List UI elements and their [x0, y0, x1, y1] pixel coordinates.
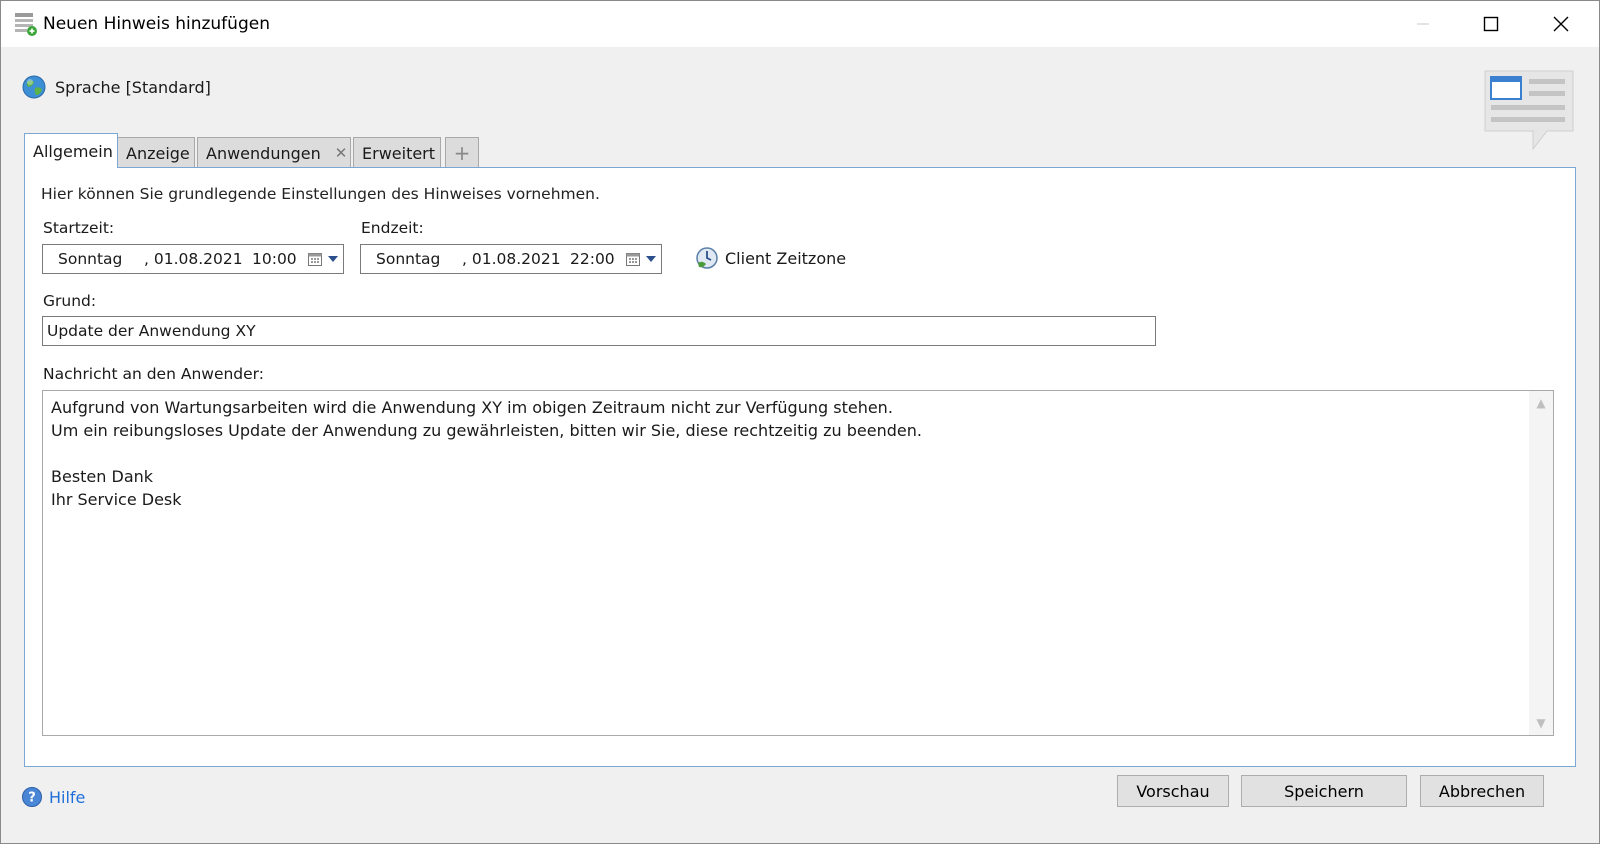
globe-icon — [22, 75, 46, 99]
reason-input[interactable]: Update der Anwendung XY — [42, 316, 1156, 346]
end-time: 22:00 — [570, 250, 615, 268]
svg-text:?: ? — [28, 791, 36, 806]
add-tab-button[interactable]: + — [445, 137, 479, 168]
close-button[interactable] — [1527, 1, 1595, 47]
maximize-button[interactable] — [1457, 1, 1525, 47]
maximize-icon — [1483, 16, 1499, 32]
cancel-button[interactable]: Abbrechen — [1420, 775, 1544, 807]
reason-label: Grund: — [43, 292, 97, 310]
help-link[interactable]: ? Hilfe — [21, 786, 85, 808]
message-label: Nachricht an den Anwender: — [43, 365, 265, 383]
calendar-icon[interactable] — [307, 251, 323, 267]
save-button[interactable]: Speichern — [1241, 775, 1407, 807]
tab-anzeige[interactable]: Anzeige — [117, 137, 195, 168]
start-time: 10:00 — [252, 250, 297, 268]
tab-label: Anzeige — [126, 143, 190, 163]
end-date: , 01.08.2021 — [462, 250, 561, 268]
calendar-icon[interactable] — [625, 251, 641, 267]
message-window-icon — [1484, 70, 1574, 151]
chevron-down-icon[interactable] — [646, 256, 656, 262]
end-day: Sonntag — [376, 250, 441, 268]
clock-globe-icon — [696, 247, 718, 269]
start-date: , 01.08.2021 — [144, 250, 243, 268]
end-time-label: Endzeit: — [361, 219, 424, 237]
minimize-icon — [1417, 23, 1429, 25]
scroll-up-icon[interactable]: ▲ — [1529, 393, 1553, 413]
client-timezone-toggle[interactable]: Client Zeitzone — [695, 246, 846, 270]
scroll-down-icon[interactable]: ▼ — [1529, 713, 1553, 733]
language-selector[interactable]: Sprache [Standard] — [21, 74, 211, 100]
plus-icon: + — [453, 141, 471, 165]
vertical-scrollbar[interactable]: ▲ ▼ — [1529, 391, 1553, 735]
note-add-icon — [15, 13, 37, 36]
help-label: Hilfe — [49, 787, 86, 807]
start-day: Sonntag — [58, 250, 123, 268]
dialog-window: Neuen Hinweis hinzufügen Sprache [Standa… — [0, 0, 1600, 844]
title-bar: Neuen Hinweis hinzufügen — [1, 1, 1599, 47]
language-label: Sprache [Standard] — [55, 77, 211, 97]
tab-label: Erweitert — [362, 143, 436, 163]
window-title: Neuen Hinweis hinzufügen — [43, 14, 270, 34]
tab-close-icon[interactable]: ✕ — [335, 144, 348, 162]
end-time-picker[interactable]: Sonntag , 01.08.2021 22:00 — [360, 244, 662, 274]
tab-label: Allgemein — [33, 141, 113, 161]
message-text: Aufgrund von Wartungsarbeiten wird die A… — [51, 398, 922, 509]
preview-button[interactable]: Vorschau — [1117, 775, 1229, 807]
chevron-down-icon[interactable] — [328, 256, 338, 262]
tab-panel-allgemein: Hier können Sie grundlegende Einstellung… — [24, 167, 1576, 767]
minimize-button[interactable] — [1389, 1, 1457, 47]
message-textarea[interactable]: Aufgrund von Wartungsarbeiten wird die A… — [42, 390, 1554, 736]
start-time-picker[interactable]: Sonntag , 01.08.2021 10:00 — [42, 244, 344, 274]
start-time-label: Startzeit: — [43, 219, 115, 237]
close-icon — [1553, 16, 1569, 32]
help-icon: ? — [22, 787, 42, 807]
tab-anwendungen[interactable]: Anwendungen ✕ — [197, 137, 351, 168]
tab-label: Anwendungen — [206, 143, 321, 163]
tab-erweitert[interactable]: Erweitert — [353, 137, 441, 168]
client-timezone-label: Client Zeitzone — [725, 248, 847, 268]
panel-description: Hier können Sie grundlegende Einstellung… — [41, 185, 600, 203]
tab-allgemein[interactable]: Allgemein — [24, 133, 118, 168]
